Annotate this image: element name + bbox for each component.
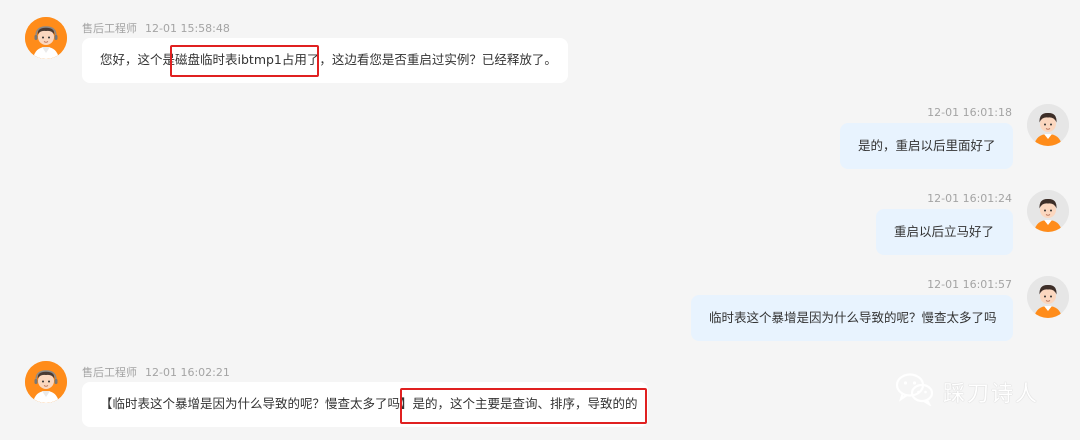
message-timestamp: 12-01 16:01:57 xyxy=(927,278,1012,291)
message-timestamp: 12-01 16:01:24 xyxy=(927,192,1012,205)
user-avatar[interactable] xyxy=(1027,190,1069,232)
message-text: 是的，重启以后里面好了 xyxy=(858,138,996,153)
highlighted-text: 磁盘临时表ibtmp1占用了 xyxy=(175,52,320,67)
agent-avatar[interactable] xyxy=(25,361,67,403)
watermark-text: 踩刀诗人 xyxy=(943,382,1040,407)
message-bubble[interactable]: 您好，这个是磁盘临时表ibtmp1占用了，这边看您是否重启过实例？已经释放了。 xyxy=(82,38,568,83)
quoted-text: 【临时表这个暴增是因为什么导致的呢？慢查太多了吗】 xyxy=(100,396,413,411)
sender-name: 售后工程师 xyxy=(82,22,137,35)
agent-avatar[interactable] xyxy=(25,17,67,59)
wechat-icon xyxy=(895,372,943,412)
message-bubble[interactable]: 是的，重启以后里面好了 xyxy=(840,123,1013,169)
message-timestamp: 12-01 16:02:21 xyxy=(145,366,230,379)
message-text: 重启以后立马好了 xyxy=(894,224,995,239)
sender-name: 售后工程师 xyxy=(82,366,137,379)
message-text: 临时表这个暴增是因为什么导致的呢？慢查太多了吗 xyxy=(709,310,997,325)
message-timestamp: 12-01 15:58:48 xyxy=(145,22,230,35)
message-bubble[interactable]: 【临时表这个暴增是因为什么导致的呢？慢查太多了吗】是的，这个主要是查询、排序，导… xyxy=(82,382,648,427)
message-text: 您好，这个是 xyxy=(100,52,176,67)
message-bubble[interactable]: 临时表这个暴增是因为什么导致的呢？慢查太多了吗 xyxy=(691,295,1013,341)
message-bubble[interactable]: 重启以后立马好了 xyxy=(876,209,1013,255)
message-meta: 售后工程师 12-01 16:02:21 xyxy=(82,364,230,380)
message-timestamp: 12-01 16:01:18 xyxy=(927,106,1012,119)
user-avatar[interactable] xyxy=(1027,104,1069,146)
message-text: ，这边看您是否重启过实例？已经释放了。 xyxy=(319,52,557,67)
highlighted-text: 是的，这个主要是查询、排序，导致的的 xyxy=(412,396,638,411)
user-avatar[interactable] xyxy=(1027,276,1069,318)
message-meta: 售后工程师 12-01 15:58:48 xyxy=(82,20,230,36)
watermark: 踩刀诗人 xyxy=(895,370,1039,414)
